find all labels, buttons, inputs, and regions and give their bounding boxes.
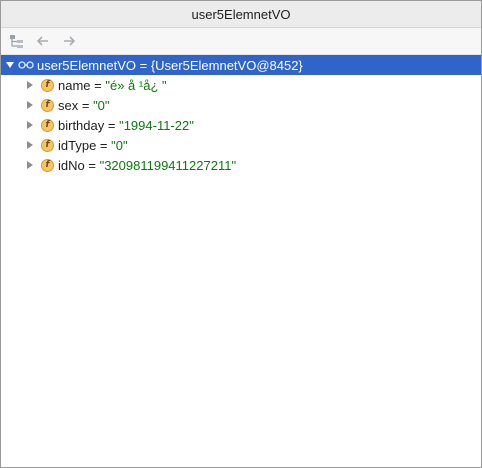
field-name: birthday xyxy=(58,117,105,133)
collapse-triangle-icon[interactable] xyxy=(3,55,17,75)
toolbar xyxy=(1,28,481,55)
field-icon: f xyxy=(41,158,54,172)
expand-triangle-icon[interactable] xyxy=(23,155,37,175)
field-icon: f xyxy=(41,138,54,152)
field-row-name[interactable]: f name = "é» å ¹å¿ " xyxy=(1,75,481,95)
tree-view-icon[interactable] xyxy=(7,31,27,51)
field-row-sex[interactable]: f sex = "0" xyxy=(1,95,481,115)
field-name: sex xyxy=(58,97,79,113)
window-title: user5ElemnetVO xyxy=(191,6,291,22)
field-equals: = xyxy=(90,77,106,93)
field-value: "320981199411227211" xyxy=(99,157,237,173)
field-value: "0" xyxy=(93,97,110,113)
root-variable-value: {User5ElemnetVO@8452} xyxy=(150,57,303,73)
field-row-idno[interactable]: f idNo = "320981199411227211" xyxy=(1,155,481,175)
field-name: idNo xyxy=(58,157,85,173)
field-icon: f xyxy=(41,78,54,92)
expand-triangle-icon[interactable] xyxy=(23,115,37,135)
field-row-birthday[interactable]: f birthday = "1994-11-22" xyxy=(1,115,481,135)
watch-glasses-icon xyxy=(17,55,35,75)
window-titlebar: user5ElemnetVO xyxy=(1,1,481,28)
field-name: idType xyxy=(58,137,97,153)
field-equals: = xyxy=(78,97,94,113)
variables-tree: user5ElemnetVO = {User5ElemnetVO@8452} f… xyxy=(1,55,481,175)
root-variable-name: user5ElemnetVO xyxy=(37,57,136,73)
expand-triangle-icon[interactable] xyxy=(23,75,37,95)
field-value: "é» å ¹å¿ " xyxy=(105,77,167,93)
field-icon: f xyxy=(41,98,54,112)
tree-root-node[interactable]: user5ElemnetVO = {User5ElemnetVO@8452} xyxy=(1,55,481,75)
back-arrow-icon[interactable] xyxy=(33,31,53,51)
debugger-window: user5ElemnetVO user5ElemnetVO = {User5El… xyxy=(0,0,482,468)
expand-triangle-icon[interactable] xyxy=(23,135,37,155)
field-row-idtype[interactable]: f idType = "0" xyxy=(1,135,481,155)
root-equals: = xyxy=(136,57,151,73)
field-equals: = xyxy=(104,117,120,133)
field-equals: = xyxy=(84,157,100,173)
field-equals: = xyxy=(96,137,112,153)
field-name: name xyxy=(58,77,91,93)
field-icon: f xyxy=(41,118,54,132)
field-value: "0" xyxy=(111,137,128,153)
forward-arrow-icon[interactable] xyxy=(59,31,79,51)
field-value: "1994-11-22" xyxy=(119,117,194,133)
expand-triangle-icon[interactable] xyxy=(23,95,37,115)
